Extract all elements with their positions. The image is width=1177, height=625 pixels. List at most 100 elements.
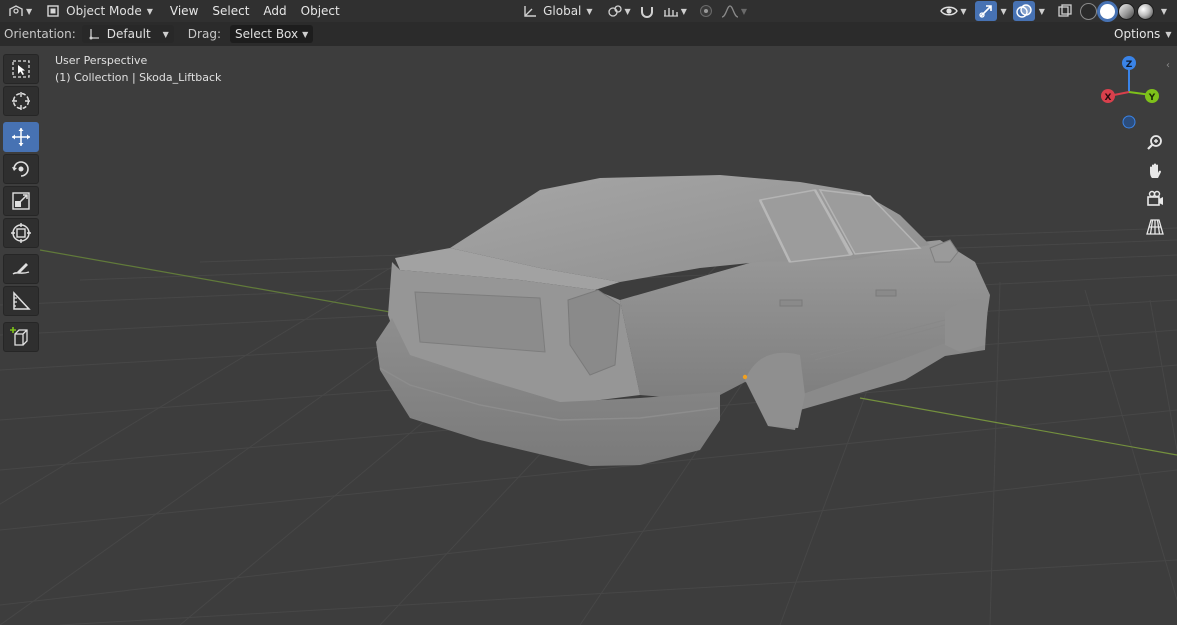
menu-add-label: Add bbox=[263, 4, 287, 18]
navigation-gizmo[interactable]: Z X Y bbox=[1094, 54, 1164, 134]
collection-info: (1) Collection | Skoda_Liftback bbox=[55, 70, 222, 84]
menu-select[interactable]: Select bbox=[205, 1, 256, 21]
snap-increment-icon bbox=[663, 8, 678, 17]
add-cube-tool[interactable] bbox=[3, 322, 39, 352]
add-cube-icon bbox=[10, 327, 28, 346]
material-preview-shading-icon[interactable] bbox=[1117, 2, 1135, 20]
transform-orientation-selector[interactable]: Global ▼ bbox=[518, 1, 596, 21]
editor-type-selector[interactable]: ▼ bbox=[4, 1, 36, 21]
magnet-icon bbox=[640, 7, 653, 18]
viewport-info: User Perspective (1) Collection | Skoda_… bbox=[55, 53, 221, 86]
gizmo-y-label: Y bbox=[1148, 93, 1156, 103]
chevron-down-icon: ▼ bbox=[680, 6, 687, 16]
menu-view-label: View bbox=[169, 4, 199, 18]
zoom-button[interactable] bbox=[1142, 130, 1168, 156]
xray-icon bbox=[1058, 4, 1072, 17]
gizmo-neg-y-axis[interactable] bbox=[1122, 115, 1136, 129]
chevron-down-icon[interactable]: ▼ bbox=[1001, 7, 1007, 16]
object-origin bbox=[742, 374, 748, 380]
perspective-toggle-button[interactable] bbox=[1142, 214, 1168, 240]
orientation-axes-icon bbox=[524, 6, 537, 17]
mode-selector[interactable]: Object Mode ▼ bbox=[42, 1, 157, 21]
options-label: Options bbox=[1114, 27, 1161, 41]
viewport-header: ▼ Object Mode ▼ View Select Add Object G… bbox=[0, 0, 1177, 22]
camera-view-button[interactable] bbox=[1142, 186, 1168, 212]
move-tool[interactable] bbox=[3, 122, 39, 152]
eye-icon bbox=[940, 6, 959, 16]
move-icon bbox=[12, 128, 30, 146]
overlays-icon bbox=[1015, 4, 1032, 18]
pan-button[interactable] bbox=[1142, 158, 1168, 184]
cursor-icon bbox=[12, 92, 30, 110]
orientation-value: Default bbox=[106, 27, 151, 41]
3d-viewport[interactable] bbox=[0, 46, 1177, 625]
proportional-editing-toggle[interactable] bbox=[695, 1, 717, 21]
wireframe-shading-icon[interactable] bbox=[1079, 2, 1097, 20]
drag-value: Select Box bbox=[234, 27, 299, 41]
tool-shelf bbox=[3, 54, 39, 354]
transform-icon bbox=[11, 223, 31, 243]
chevron-down-icon: ▼ bbox=[1165, 29, 1172, 39]
menu-add[interactable]: Add bbox=[256, 1, 293, 21]
hand-icon bbox=[1150, 163, 1161, 178]
proportional-editing-icon bbox=[699, 5, 712, 17]
zoom-icon bbox=[1147, 135, 1162, 150]
object-mode-icon bbox=[47, 5, 59, 17]
select-box-tool[interactable] bbox=[3, 54, 39, 84]
gizmo-toggle[interactable] bbox=[974, 1, 997, 21]
menu-object[interactable]: Object bbox=[294, 1, 347, 21]
chevron-down-icon[interactable]: ▼ bbox=[1161, 7, 1167, 16]
chevron-down-icon: ▼ bbox=[26, 6, 33, 16]
snap-toggle[interactable] bbox=[635, 1, 659, 21]
drag-dropdown[interactable]: Select Box ▼ bbox=[229, 25, 314, 43]
perspective-label: User Perspective bbox=[55, 54, 148, 67]
annotate-tool[interactable] bbox=[3, 254, 39, 284]
sidebar-collapse-icon[interactable]: ‹ bbox=[1166, 60, 1170, 71]
orientation-label: Global bbox=[543, 4, 582, 18]
gizmo-icon bbox=[978, 5, 992, 18]
falloff-curve-icon bbox=[721, 5, 739, 18]
chevron-down-icon: ▼ bbox=[740, 6, 748, 16]
grid-perspective-icon bbox=[1146, 219, 1164, 235]
menu-object-label: Object bbox=[300, 4, 340, 18]
ruler-icon bbox=[13, 291, 31, 310]
scale-tool[interactable] bbox=[3, 186, 39, 216]
xray-toggle[interactable] bbox=[1053, 1, 1077, 21]
scale-icon bbox=[12, 192, 30, 210]
pivot-point-selector[interactable]: ▼ bbox=[603, 1, 635, 21]
rotate-tool[interactable] bbox=[3, 154, 39, 184]
overlays-toggle[interactable] bbox=[1012, 1, 1035, 21]
visibility-selector[interactable]: ▼ bbox=[936, 1, 970, 21]
chevron-down-icon: ▼ bbox=[960, 6, 967, 16]
orientation-gizmo-icon bbox=[89, 29, 99, 40]
tool-settings-header: Orientation: Default ▼ Drag: Select Box … bbox=[0, 22, 1177, 46]
mode-label: Object Mode bbox=[66, 4, 142, 18]
viewport-scene[interactable] bbox=[0, 46, 1177, 625]
select-box-icon bbox=[12, 60, 30, 78]
rotate-icon bbox=[12, 161, 29, 177]
menu-view[interactable]: View bbox=[163, 1, 205, 21]
gizmo-z-label: Z bbox=[1126, 60, 1133, 70]
pivot-point-icon bbox=[607, 5, 622, 17]
proportional-falloff-selector[interactable]: ▼ bbox=[717, 1, 751, 21]
orientation-dropdown[interactable]: Default ▼ bbox=[81, 25, 174, 43]
chevron-down-icon[interactable]: ▼ bbox=[1039, 7, 1045, 16]
3d-viewport-icon bbox=[9, 5, 23, 16]
orientation-field-label: Orientation: bbox=[4, 27, 76, 41]
options-dropdown[interactable]: Options ▼ bbox=[1108, 24, 1177, 44]
measure-tool[interactable] bbox=[3, 286, 39, 316]
rendered-shading-icon[interactable] bbox=[1136, 2, 1154, 20]
chevron-down-icon: ▼ bbox=[146, 6, 153, 16]
snap-target-selector[interactable]: ▼ bbox=[659, 1, 691, 21]
cursor-tool[interactable] bbox=[3, 86, 39, 116]
solid-shading-icon[interactable] bbox=[1098, 2, 1116, 20]
chevron-down-icon: ▼ bbox=[302, 29, 309, 39]
transform-tool[interactable] bbox=[3, 218, 39, 248]
chevron-down-icon: ▼ bbox=[624, 6, 631, 16]
chevron-down-icon: ▼ bbox=[162, 29, 169, 39]
gizmo-x-label: X bbox=[1105, 93, 1112, 103]
chevron-down-icon: ▼ bbox=[586, 6, 593, 16]
menu-select-label: Select bbox=[212, 4, 250, 18]
drag-field-label: Drag: bbox=[187, 27, 221, 41]
shading-mode-group bbox=[1077, 1, 1157, 21]
